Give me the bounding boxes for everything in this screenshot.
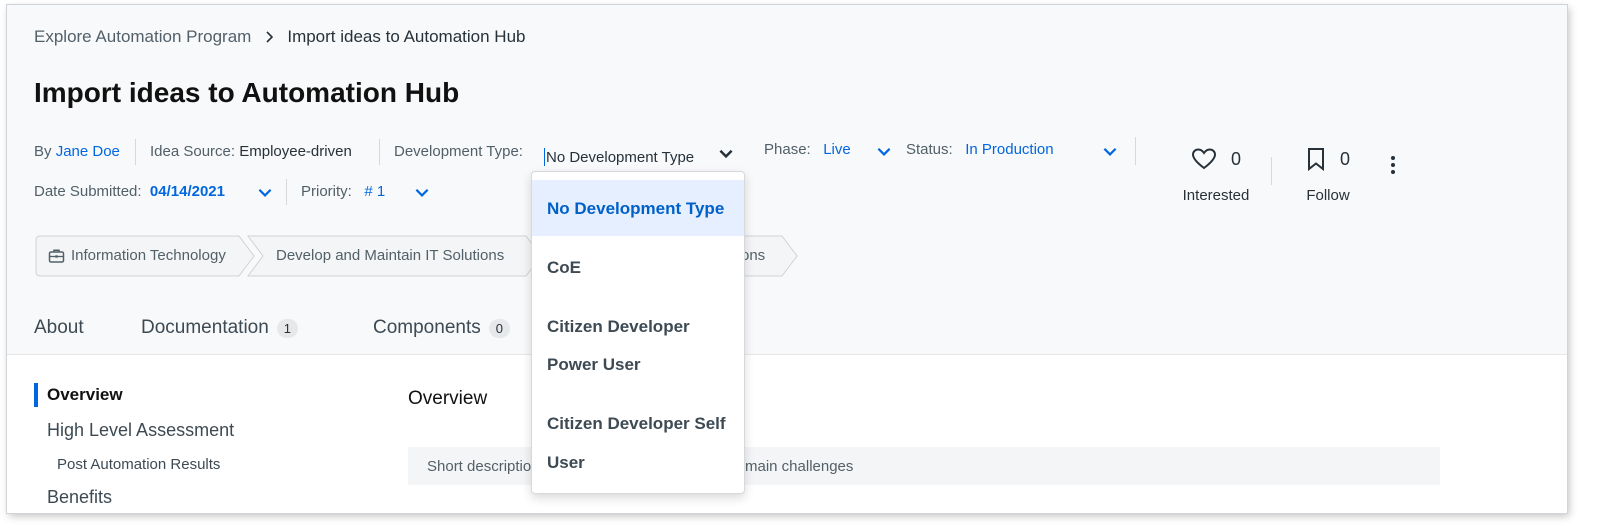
meta-divider [135, 139, 136, 165]
heart-icon [1191, 148, 1216, 170]
briefcase-icon [48, 249, 65, 263]
follow-count: 0 [1339, 148, 1350, 169]
development-type: Development Type: [394, 143, 523, 160]
app-window: Explore Automation Program Import ideas … [7, 5, 1567, 513]
status-label: Status: [906, 141, 953, 158]
chip-label: Develop and Maintain IT Solutions [276, 247, 505, 264]
header-divider [7, 354, 1567, 355]
date-submitted-label: Date Submitted: [34, 183, 142, 200]
phase-label: Phase: [764, 141, 811, 158]
section-title: Overview [408, 388, 488, 409]
sidebar-item-overview[interactable]: Overview [47, 385, 123, 405]
tab-label: About [34, 317, 84, 338]
tab-label: Components [373, 317, 481, 338]
follow-action[interactable]: 0 Follow [1299, 147, 1357, 204]
idea-source-value: Employee-driven [239, 143, 352, 160]
text-caret [544, 148, 545, 166]
chevron-down-icon[interactable] [875, 142, 893, 160]
meta-divider [379, 139, 380, 165]
status: Status: In Production [906, 141, 1054, 158]
chevron-down-icon[interactable] [717, 144, 735, 162]
dropdown-option-citizen-developer-self-user[interactable]: Citizen Developer Self [547, 414, 726, 434]
author: By Jane Doe [34, 143, 120, 160]
tab-about[interactable]: About [34, 317, 84, 339]
dropdown-option-no-development-type[interactable]: No Development Type [547, 199, 724, 219]
description-text-right: main challenges [745, 458, 854, 475]
tab-components[interactable]: Components 0 [373, 317, 510, 339]
development-type-select[interactable]: No Development Type [544, 141, 744, 173]
active-indicator [34, 383, 38, 407]
development-type-value: No Development Type [546, 148, 695, 166]
dropdown-option-coe[interactable]: CoE [547, 258, 581, 278]
chip-label: Information Technology [71, 247, 226, 264]
follow-label: Follow [1306, 187, 1350, 204]
chevron-down-icon[interactable] [1101, 142, 1119, 160]
chevron-down-icon[interactable] [256, 183, 274, 201]
date-submitted-value[interactable]: 04/14/2021 [150, 183, 225, 200]
author-label: By [34, 143, 52, 160]
description-text-left: Short descriptio [427, 458, 532, 475]
meta-divider [1135, 137, 1136, 165]
interested-action[interactable]: 0 Interested [1179, 147, 1253, 204]
dropdown-option-citizen-developer-self-user-line2[interactable]: User [547, 453, 585, 473]
sidebar-item-post-automation-results[interactable]: Post Automation Results [57, 456, 220, 473]
idea-source-label: Idea Source: [150, 143, 236, 160]
dropdown-option-citizen-developer-power-user[interactable]: Citizen Developer [547, 317, 690, 337]
more-options-icon[interactable] [1387, 153, 1399, 177]
interested-count: 0 [1230, 148, 1241, 169]
priority-label: Priority: [301, 183, 352, 200]
status-value[interactable]: In Production [965, 141, 1053, 158]
page-title: Import ideas to Automation Hub [34, 77, 460, 108]
dropdown-option-citizen-developer-power-user-line2[interactable]: Power User [547, 355, 641, 375]
phase-value[interactable]: Live [823, 141, 851, 158]
tab-label: Documentation [141, 317, 269, 338]
sidebar-item-high-level-assessment[interactable]: High Level Assessment [47, 420, 234, 441]
count-badge: 0 [488, 318, 510, 338]
breadcrumb-parent-link[interactable]: Explore Automation Program [34, 27, 251, 47]
development-type-label: Development Type: [394, 143, 523, 160]
development-type-dropdown: No Development Type CoE Citizen Develope… [531, 171, 745, 494]
idea-source: Idea Source: Employee-driven [150, 143, 352, 160]
action-divider [1271, 157, 1272, 185]
author-link[interactable]: Jane Doe [56, 143, 120, 160]
priority: Priority: # 1 [301, 183, 385, 200]
breadcrumb-current: Import ideas to Automation Hub [287, 27, 526, 46]
interested-label: Interested [1182, 187, 1250, 204]
tab-documentation[interactable]: Documentation 1 [141, 317, 299, 339]
meta-divider [286, 179, 287, 205]
phase: Phase: Live [764, 141, 851, 158]
chevron-down-icon[interactable] [413, 183, 431, 201]
sidebar-item-benefits[interactable]: Benefits [47, 487, 112, 508]
breadcrumb: Explore Automation Program Import ideas … [34, 27, 525, 47]
priority-value[interactable]: # 1 [364, 183, 385, 200]
bookmark-icon [1307, 148, 1324, 171]
chevron-right-icon [266, 31, 274, 43]
count-badge: 1 [276, 318, 299, 338]
date-submitted: Date Submitted: 04/14/2021 [34, 183, 225, 200]
